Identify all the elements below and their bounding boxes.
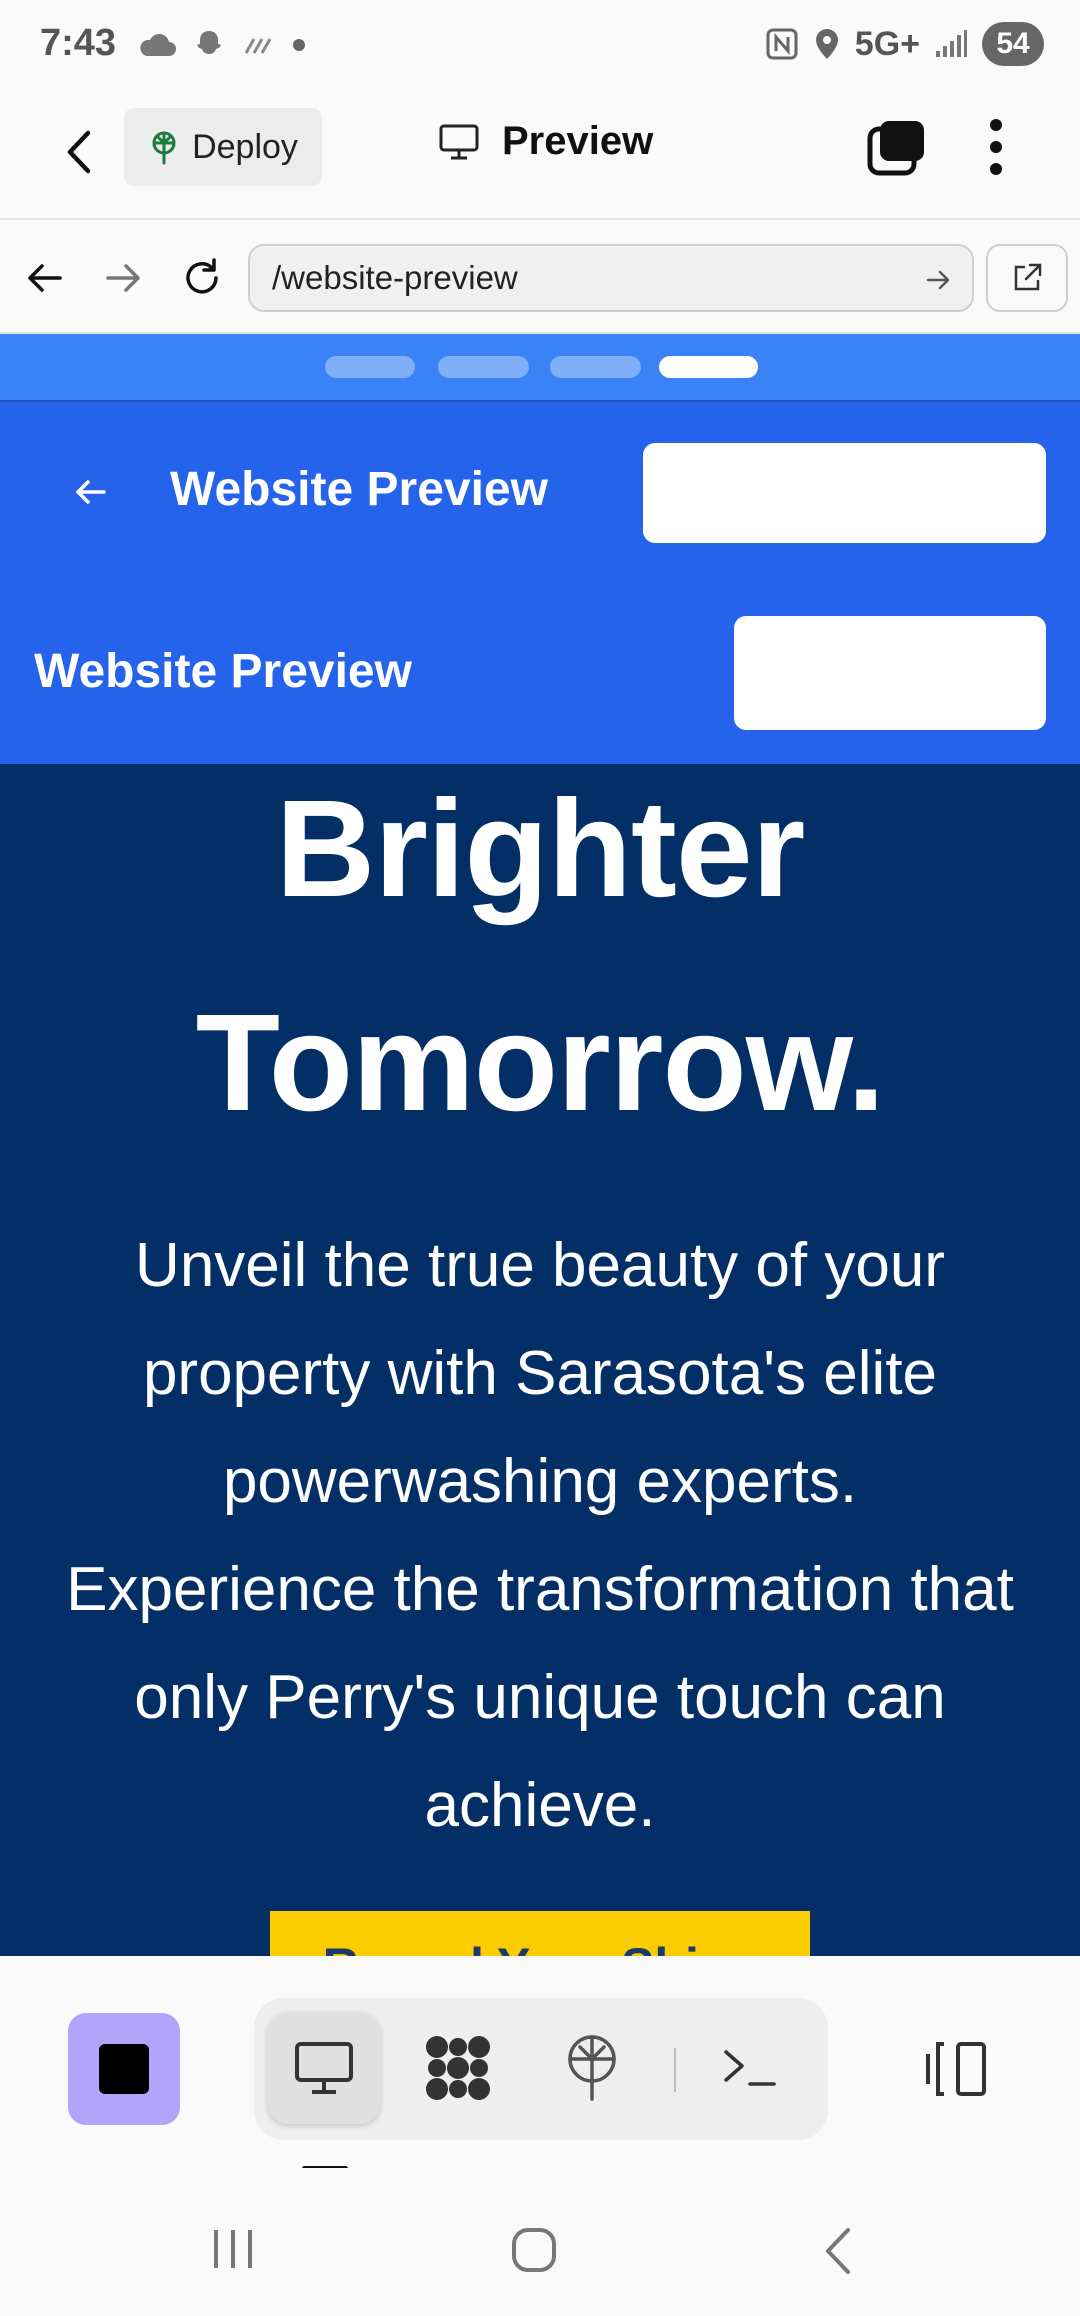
refresh-icon[interactable] [180,256,224,300]
preview-label: Preview [502,119,654,163]
site-subheader-title: Website Preview [34,645,412,698]
browser-nav-bar: /website-preview [0,222,1080,334]
deploy-button[interactable]: Deploy [124,108,322,186]
bottom-toolbar [0,1956,1080,2171]
hero-paragraph: Unveil the true beauty of your property … [66,1231,1014,1840]
header-action-button[interactable] [643,443,1046,543]
tool-preview-button[interactable] [268,2012,380,2124]
stop-button[interactable] [68,2013,180,2125]
more-options-icon[interactable] [984,117,1008,177]
stop-icon [99,2044,149,2094]
status-icons-right: 5G+ 54 [765,22,1044,66]
hero-heading-line-1: Brighter [275,772,806,926]
snapchat-icon [197,31,221,54]
battery-icon: 54 [982,22,1044,66]
layout-toggle-icon[interactable] [922,2040,988,2098]
monitor-icon [295,2042,353,2094]
recent-apps-icon[interactable] [210,2228,256,2270]
deploy-icon [152,131,176,165]
cta-button[interactable]: Reveal Your Shine [270,1911,810,1956]
status-icons-left [138,28,306,62]
terminal-icon [724,2050,776,2086]
back-chevron-icon[interactable] [60,125,100,179]
status-bar: 7:43 5G+ 54 [0,0,1080,95]
battery-level: 54 [996,27,1030,60]
tabs-icon[interactable] [866,117,928,179]
browser-back-icon[interactable] [24,258,64,298]
progress-segment [325,356,415,378]
go-arrow-icon[interactable] [926,268,952,292]
app-header: Deploy Preview [0,95,1080,220]
header-divider [0,400,1080,402]
signal-icon [936,30,967,57]
tool-console-button[interactable] [694,2012,806,2124]
hero-section: Brighter Tomorrow. Unveil the true beaut… [0,764,1080,1956]
url-input[interactable]: /website-preview [248,244,974,312]
tool-switcher [254,1998,828,2140]
preview-title: Preview [438,119,653,164]
site-back-arrow-icon[interactable] [72,474,108,510]
progress-strip [0,334,1080,400]
rain-icon [244,38,272,54]
home-icon[interactable] [510,2226,558,2274]
external-link-icon [1014,263,1042,291]
browser-forward-icon[interactable] [104,258,144,298]
progress-segment [550,356,641,378]
deploy-label: Deploy [192,127,298,166]
location-icon [815,29,838,59]
progress-segment-active [659,356,758,378]
progress-segment [438,356,529,378]
monitor-icon [439,124,479,159]
system-nav-bar [0,2168,1080,2316]
deploy-icon [568,2035,616,2101]
cloud-icon [140,33,176,56]
tool-workflows-button[interactable] [402,2012,514,2124]
system-back-icon[interactable] [820,2226,854,2276]
dot-icon [293,39,305,51]
nfc-icon [766,28,798,60]
open-external-button[interactable] [986,244,1068,312]
site-header-title: Website Preview [170,463,548,516]
tool-deploy-button[interactable] [536,2012,648,2124]
status-time: 7:43 [40,22,117,64]
site-header: Website Preview Website Preview [0,400,1080,764]
url-text: /website-preview [272,259,518,296]
hero-heading-line-2: Tomorrow. [195,986,886,1140]
network-label: 5G+ [854,24,920,63]
workflows-icon [426,2036,490,2100]
tool-separator [674,2048,676,2092]
subheader-action-button[interactable] [734,616,1046,730]
